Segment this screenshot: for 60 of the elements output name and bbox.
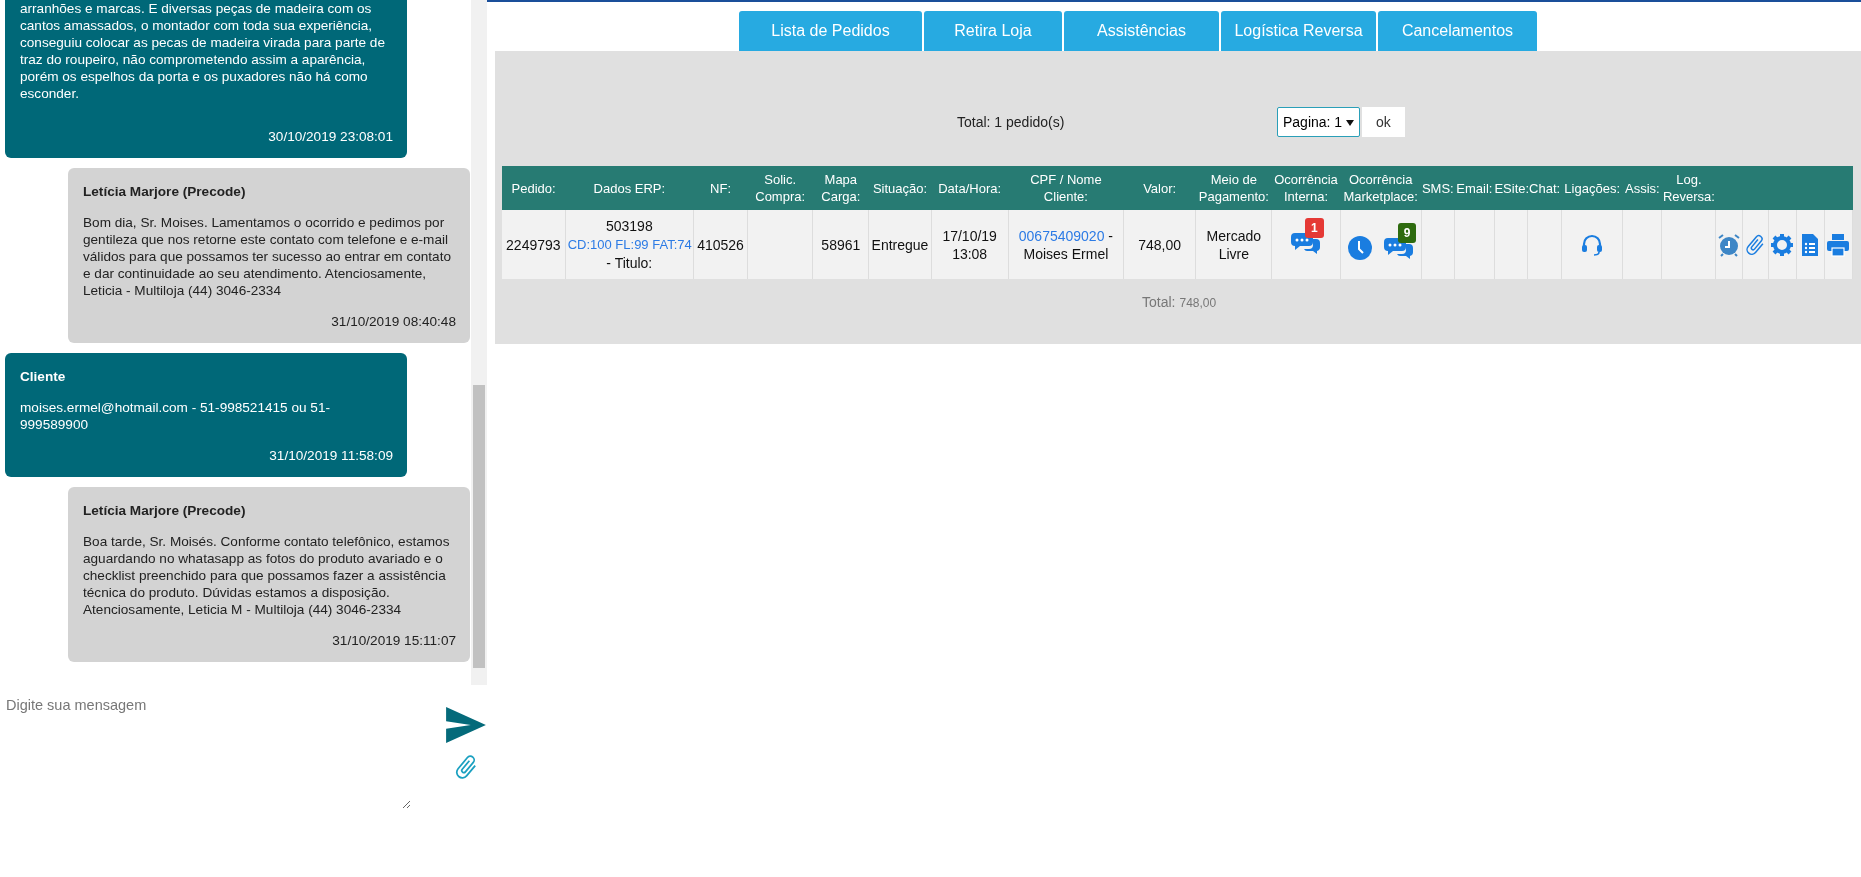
page-select[interactable]: Pagina: 1	[1277, 106, 1361, 137]
tab[interactable]: Logística Reversa	[1221, 11, 1376, 51]
column-header: Ocorrência Marketplace:	[1340, 166, 1422, 210]
column-header: NF:	[693, 166, 748, 210]
settings-icon[interactable]	[1770, 232, 1795, 257]
message-time: 31/10/2019 11:58:09	[268, 447, 393, 464]
message-time: 30/10/2019 23:08:01	[267, 128, 393, 145]
caret-icon	[1346, 119, 1355, 126]
table-cell: 410526	[693, 210, 748, 279]
message-author: Letícia Marjore (Precode)	[83, 502, 247, 519]
table-cell: Entregue	[868, 210, 932, 279]
message-text: Bom dia, Sr. Moises. Lamentamos o ocorrido e pedimos por gentileza que nos retorne este contato com telefone e e-mail válidos para que possamos ter sucesso ao entrar em contato e dar continuidade ao seu atendimento. Atenciosamente, Leticia - Multiloja (44) 3046-2334	[83, 214, 452, 299]
total-label: Total:	[1142, 294, 1176, 310]
scrollbar[interactable]	[471, 0, 487, 685]
column-header: Valor:	[1123, 166, 1196, 210]
table-cell: 58961	[812, 210, 869, 279]
tab[interactable]: Assistências	[1064, 11, 1219, 51]
message-text: arranhões e marcas. E diversas peças de madeira com os cantos amassados, o montador com toda sua experiência, conseguiu colocar as pecas de madeira virada para parte de traz do roupeiro, não comprometendo assim a aparência, porém os espelhos da porta e os puxadores não há como esconder.	[20, 0, 386, 102]
table-cell: 748,00	[1123, 210, 1196, 279]
cpf-link[interactable]: 00675409020	[1018, 227, 1105, 244]
total-value: 748,00	[1179, 296, 1217, 310]
table-cell: 17/10/19 13:08	[931, 210, 1009, 279]
column-header: Assis:	[1622, 166, 1662, 210]
tab[interactable]: Lista de Pedidos	[739, 11, 922, 51]
column-header: Log. Reversa:	[1661, 166, 1716, 210]
column-header: Situação:	[868, 166, 932, 210]
column-header: ESite:	[1494, 166, 1528, 210]
message-time: 31/10/2019 08:40:48	[330, 313, 456, 330]
orders-total: Total: 1 pedido(s)	[957, 113, 1066, 130]
count-badge: 1	[1305, 217, 1324, 238]
column-header: Pedido:	[502, 166, 566, 210]
column-header: SMS:	[1421, 166, 1455, 210]
tab[interactable]: Cancelamentos	[1378, 11, 1537, 51]
tab[interactable]: Retira Loja	[924, 11, 1062, 51]
table-cell: Mercado Livre	[1195, 210, 1272, 279]
clock-icon[interactable]	[1347, 235, 1372, 260]
ok-button[interactable]: ok	[1362, 106, 1405, 137]
message-time: 31/10/2019 15:11:07	[331, 632, 456, 649]
headset-icon[interactable]	[1580, 232, 1605, 257]
column-header: Solic. Compra:	[747, 166, 813, 210]
column-header: Meio de Pagamento:	[1195, 166, 1272, 210]
column-header: Mapa Carga:	[812, 166, 869, 210]
table-cell: 00675409020 - Moises Ermel	[1008, 210, 1124, 279]
column-header: Dados ERP:	[565, 166, 694, 210]
alarm-clock-icon[interactable]	[1717, 232, 1741, 257]
message-author: Cliente	[20, 368, 67, 385]
erp-link[interactable]: CD:100 FL:99 FAT:74	[567, 236, 692, 254]
column-header: Ligações:	[1561, 166, 1623, 210]
printer-icon[interactable]	[1826, 232, 1851, 257]
column-header: CPF / Nome Cliente:	[1008, 166, 1124, 210]
column-header: Email:	[1454, 166, 1495, 210]
message-text: moises.ermel@hotmail.com - 51-998521415 ou 51-999589900	[20, 399, 331, 433]
message-author: Letícia Marjore (Precode)	[83, 183, 247, 200]
message-text: Boa tarde, Sr. Moisés. Conforme contato telefônico, estamos aguardando no whatasapp as fotos do produto avariado e o checklist preenchido para que possamos fazer a assistência técnica do produto. Dúvidas estamos a disposição. Atenciosamente, Leticia M - Multiloja (44) 3046-2334	[83, 533, 451, 618]
table-cell: 2249793	[502, 210, 566, 279]
send-icon[interactable]	[445, 707, 487, 743]
column-header: Ocorrência Interna:	[1271, 166, 1341, 210]
table-cell: 503198 CD:100 FL:99 FAT:74 - Titulo:	[565, 210, 694, 279]
count-badge: 9	[1397, 222, 1417, 243]
column-header: Data/Hora:	[931, 166, 1009, 210]
